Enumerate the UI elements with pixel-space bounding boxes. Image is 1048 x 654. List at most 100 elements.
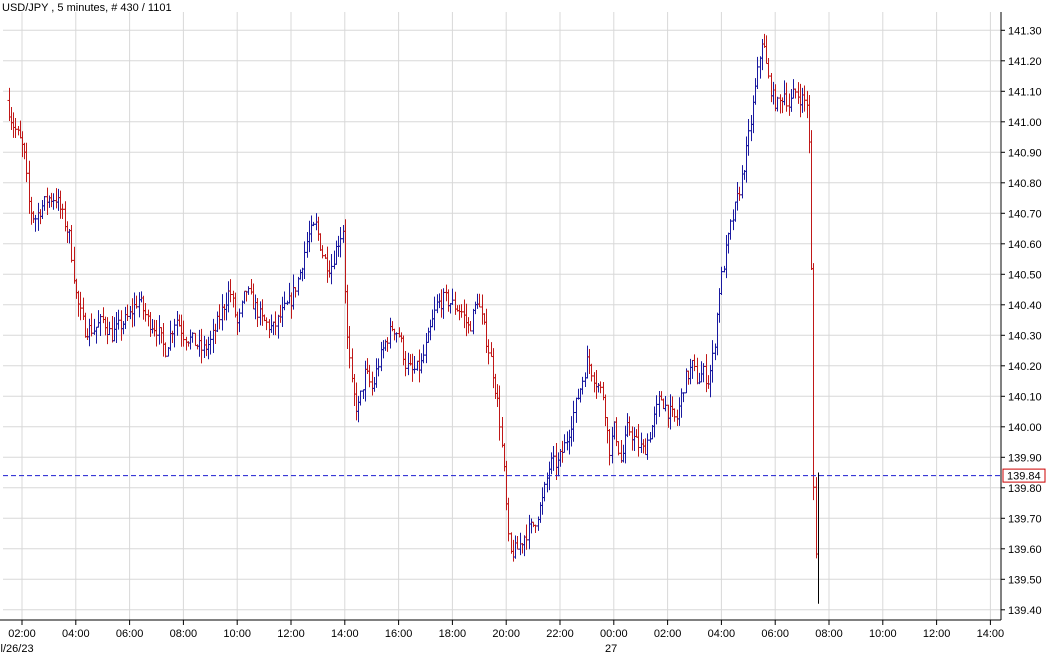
ohlc-bar [190,332,195,343]
ohlc-bar [580,376,585,395]
ohlc-bar [175,310,180,336]
ohlc-bar [692,354,697,372]
ohlc-bar [775,96,780,112]
time-tick-label: 14:00 [977,628,1005,640]
time-tick-label: 14:00 [331,628,359,640]
ohlc-bar [668,394,673,430]
ohlc-bar [421,344,426,364]
ohlc-bar [296,276,301,296]
price-tick-label: 141.30 [1008,25,1042,37]
ohlc-bar [307,220,312,253]
ohlc-bar [237,308,242,333]
ohlc-bar [450,288,455,305]
ohlc-bar [125,304,130,322]
time-tick-label: 22:00 [546,628,574,640]
ohlc-bar [625,413,630,438]
current-price-tag: 139.84 [1002,468,1046,483]
ohlc-bar [435,294,440,314]
ohlc-bar [146,309,151,327]
ohlc-bar [657,390,662,417]
ohlc-bar [235,311,240,336]
ohlc-bar [798,83,803,118]
ohlc-bar [793,88,798,99]
ohlc-bar [204,339,209,357]
time-tick-label: 08:00 [170,628,198,640]
ohlc-bar [78,291,83,321]
ohlc-bar [569,416,574,447]
ohlc-bar [269,314,274,333]
ohlc-bar [271,321,276,336]
ohlc-bar [199,328,204,364]
price-tick-label: 140.90 [1008,147,1042,159]
ohlc-bar [710,340,715,383]
ohlc-bar [208,330,213,355]
ohlc-bar [468,320,473,332]
time-tick-label: 02:00 [8,628,36,640]
ohlc-bar [715,312,720,356]
ohlc-bar [358,390,363,406]
ohlc-bar [367,364,372,388]
ohlc-bar [764,35,769,65]
ohlc-bar [9,106,14,130]
ohlc-bar [121,320,126,335]
time-tick-label: 20:00 [492,628,520,640]
ohlc-bar [376,358,381,377]
ohlc-bar [352,374,357,406]
ohlc-bar [385,337,390,352]
date-label: Jul/26/23 [0,643,34,654]
ohlc-bar [154,320,159,347]
ohlc-bar [681,392,686,403]
ohlc-bar [639,432,644,453]
ohlc-bar [33,214,38,232]
ohlc-bar [531,521,536,528]
ohlc-bar [607,429,612,466]
ohlc-bar [293,287,298,298]
ohlc-bar [672,408,677,422]
ohlc-bar [354,382,359,421]
ohlc-bar [432,296,437,331]
ohlc-bar [630,426,635,451]
chart-title: USD/JPY , 5 minutes, # 430 / 1101 [2,2,172,14]
ohlc-bar [114,312,119,344]
ohlc-bar [480,294,485,325]
time-tick-label: 04:00 [708,628,736,640]
ohlc-bar [603,394,608,427]
ohlc-bar [780,97,785,114]
ohlc-bar [636,424,641,457]
ohlc-bar [497,385,502,441]
ohlc-bar [139,291,144,303]
ohlc-bar [540,487,545,515]
ohlc-bar [143,302,148,322]
ohlc-bar [332,250,337,270]
ohlc-bar [695,357,700,385]
ohlc-bar [583,372,588,387]
ohlc-bar [242,290,247,304]
ohlc-bar [789,89,794,112]
ohlc-bar [220,294,225,331]
ohlc-bar [728,219,733,240]
ohlc-bar [29,196,34,225]
ohlc-bar [457,304,462,321]
ohlc-bar [744,136,749,183]
ohlc-bar [524,524,529,550]
ohlc-bar [181,320,186,347]
ohlc-bar [273,311,278,336]
price-tick-label: 139.40 [1008,605,1042,617]
ohlc-bar [473,301,478,315]
ohlc-bar [381,340,386,359]
ohlc-bar [202,335,207,359]
price-tick-label: 139.90 [1008,452,1042,464]
ohlc-bar [22,142,27,160]
ohlc-bar [67,229,72,244]
ohlc-bar [751,95,756,134]
ohlc-bar [36,202,41,231]
ohlc-bar [163,342,168,358]
ohlc-bar [562,434,567,453]
ohlc-bar [515,535,520,550]
ohlc-bar [592,372,597,393]
ohlc-bar [713,343,718,361]
ohlc-bar [27,160,32,214]
ohlc-bar [634,429,639,438]
ohlc-bar [161,322,166,357]
ohlc-bar [574,397,579,423]
